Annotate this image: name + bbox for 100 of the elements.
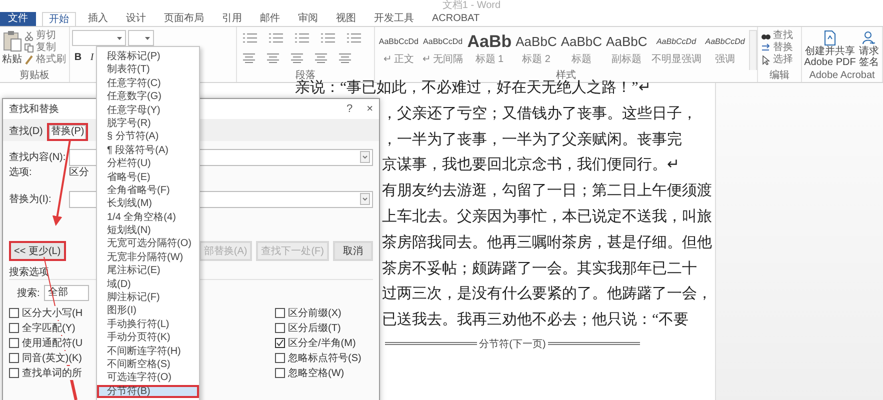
menu-item[interactable]: 分节符(B) (97, 384, 199, 398)
document-text-line: 京谋事，我也要回北京念书，我们便同行。↵ (382, 156, 680, 176)
create-pdf-button[interactable]: 创建并共享 Adobe PDF (804, 30, 856, 70)
align-left-icon[interactable] (242, 53, 255, 63)
ribbon-tab[interactable]: 邮件 (254, 12, 286, 26)
menu-item[interactable]: 图形(I) (97, 304, 199, 318)
request-signature-button[interactable]: 请求签名 (858, 30, 880, 70)
editing-command[interactable]: 查找 (760, 30, 798, 42)
menu-item[interactable]: 长划线(M) (97, 197, 199, 211)
option-value: 区分 (69, 166, 89, 179)
checkbox[interactable] (275, 338, 285, 348)
checkbox[interactable] (275, 322, 285, 332)
document-text-line: 上车北去。父亲因为事忙，本已说定不送我，叫旅 (382, 207, 712, 227)
style-preset[interactable]: AaBbCcDd ↵ 无间隔 (420, 30, 466, 68)
checkbox[interactable] (275, 308, 285, 318)
editing-command[interactable]: 选择 (760, 54, 798, 66)
menu-item[interactable]: 脱字号(R) (97, 116, 199, 130)
menu-item[interactable]: 短划线(N) (97, 224, 199, 238)
italic-button[interactable]: I (86, 52, 98, 63)
style-preset[interactable]: AaBbC 标题 2 (514, 30, 559, 68)
menu-item[interactable]: 分栏符(U) (97, 157, 199, 171)
style-preset[interactable]: AaBb 标题 1 (465, 30, 514, 68)
file-tab[interactable]: 文件 (0, 12, 36, 26)
align-center-icon[interactable] (266, 53, 279, 63)
checkbox[interactable] (275, 352, 285, 362)
checkbox[interactable] (9, 338, 19, 348)
checkbox[interactable] (9, 308, 19, 318)
person-icon (862, 30, 876, 46)
style-preset[interactable]: AaBbCcDd 不明显强调 (649, 30, 704, 68)
dialog-button[interactable]: << 更少(L) (9, 241, 66, 261)
help-button[interactable]: ? (346, 103, 353, 115)
style-preset[interactable]: AaBbC 标题 (558, 30, 604, 68)
menu-item[interactable]: 域(D) (97, 278, 199, 292)
ribbon-tab[interactable]: ACROBAT (426, 12, 486, 26)
style-preset[interactable]: AaBbC 副标题 (604, 30, 650, 68)
ribbon-tab[interactable]: 插入 (82, 12, 114, 26)
menu-item[interactable]: 尾注标记(E) (97, 264, 199, 278)
ribbon-tab[interactable]: 开发工具 (368, 12, 420, 26)
menu-item[interactable]: 任意字符(C) (97, 76, 199, 90)
clipboard-action[interactable]: 格式刷 (24, 54, 66, 66)
dialog-tab[interactable]: 查找(D) (5, 123, 47, 141)
ribbon-tab[interactable]: 视图 (330, 12, 362, 26)
font-size-field[interactable] (128, 30, 154, 46)
editing-command[interactable]: 替换 (760, 42, 798, 54)
menu-item[interactable]: 段落标记(P) (97, 50, 199, 64)
menu-item[interactable]: 可选连字符(O) (97, 371, 199, 385)
menu-item[interactable]: 手动分页符(K) (97, 331, 199, 345)
menu-item[interactable]: 脚注标记(F) (97, 291, 199, 304)
menu-item[interactable]: 任意字母(Y) (97, 104, 199, 117)
numbered-list-icon[interactable] (268, 33, 283, 43)
font-name-field[interactable] (72, 30, 126, 46)
checkbox[interactable] (275, 368, 285, 378)
gallery-scrollbar[interactable] (748, 30, 757, 70)
checkbox[interactable] (9, 352, 19, 362)
close-button[interactable]: × (366, 103, 373, 115)
menu-item[interactable]: § 分节符(A) (97, 130, 199, 144)
align-right-icon[interactable] (290, 53, 303, 63)
menu-item[interactable]: 任意数字(G) (97, 90, 199, 104)
replace-icon (760, 43, 771, 53)
justify-icon[interactable] (314, 53, 327, 63)
decrease-indent-icon[interactable] (320, 33, 335, 43)
increase-indent-icon[interactable] (346, 33, 361, 43)
ribbon-tab[interactable]: 页面布局 (158, 12, 210, 26)
dialog-button[interactable]: 取消 (333, 241, 373, 261)
menu-item[interactable]: 手动换行符(L) (97, 318, 199, 332)
menu-item[interactable]: 省略号(E) (97, 170, 199, 184)
style-preset[interactable]: AaBbCcDd ↵ 正文 (376, 30, 420, 68)
field-label: 选项: (9, 166, 33, 179)
paste-button[interactable]: 粘贴 (2, 30, 22, 70)
document-text-line: 茶房不妥帖；颇踌躇了一会。其实我那年已二十 (382, 259, 697, 279)
menu-item[interactable]: 1/4 全角空格(4) (97, 210, 199, 224)
document-icon (823, 30, 837, 46)
ribbon-tab[interactable]: 审阅 (292, 12, 324, 26)
distribute-icon[interactable] (338, 53, 351, 63)
field-label: 搜索: (17, 286, 40, 300)
menu-item[interactable]: 无宽可选分隔符(O) (97, 237, 199, 251)
clipboard-action[interactable]: 复制 (24, 42, 66, 54)
checkbox[interactable] (9, 322, 19, 332)
checkbox-label: 区分前缀(X) (288, 306, 342, 320)
bullet-list-icon[interactable] (242, 33, 257, 43)
group-label: 剪贴板 (18, 70, 50, 82)
checkbox-label: 全字匹配(Y) (22, 320, 76, 334)
menu-item[interactable]: 无宽非分隔符(W) (97, 250, 199, 264)
dialog-tab[interactable]: 替换(P) (46, 123, 88, 141)
checkbox[interactable] (9, 368, 19, 378)
style-preset[interactable]: AaBbCcDd 强调 (703, 30, 747, 68)
ribbon-tab[interactable]: 引用 (216, 12, 248, 26)
menu-item[interactable]: 不间断空格(S) (97, 358, 199, 372)
checkbox-label: 忽略空格(W) (288, 366, 344, 380)
ribbon-tab[interactable]: 开始 (42, 12, 76, 26)
menu-item[interactable]: 全角省略号(F) (97, 184, 199, 198)
document-text-line: 茶房陪我同去。他再三嘱咐茶房，甚是仔细。但他 (382, 233, 712, 253)
document-text-line: 亲说：“事已如此，不必难过，好在天无绝人之路！”↵ (295, 79, 652, 98)
bold-button[interactable]: B (72, 52, 84, 63)
ribbon-tab[interactable]: 设计 (120, 12, 152, 26)
clipboard-action[interactable]: 剪切 (24, 30, 66, 42)
menu-item[interactable]: ¶ 段落符号(A) (97, 144, 199, 158)
multilevel-list-icon[interactable] (294, 33, 309, 43)
menu-item[interactable]: 不间断连字符(H) (97, 344, 199, 358)
menu-item[interactable]: 制表符(T) (97, 63, 199, 77)
